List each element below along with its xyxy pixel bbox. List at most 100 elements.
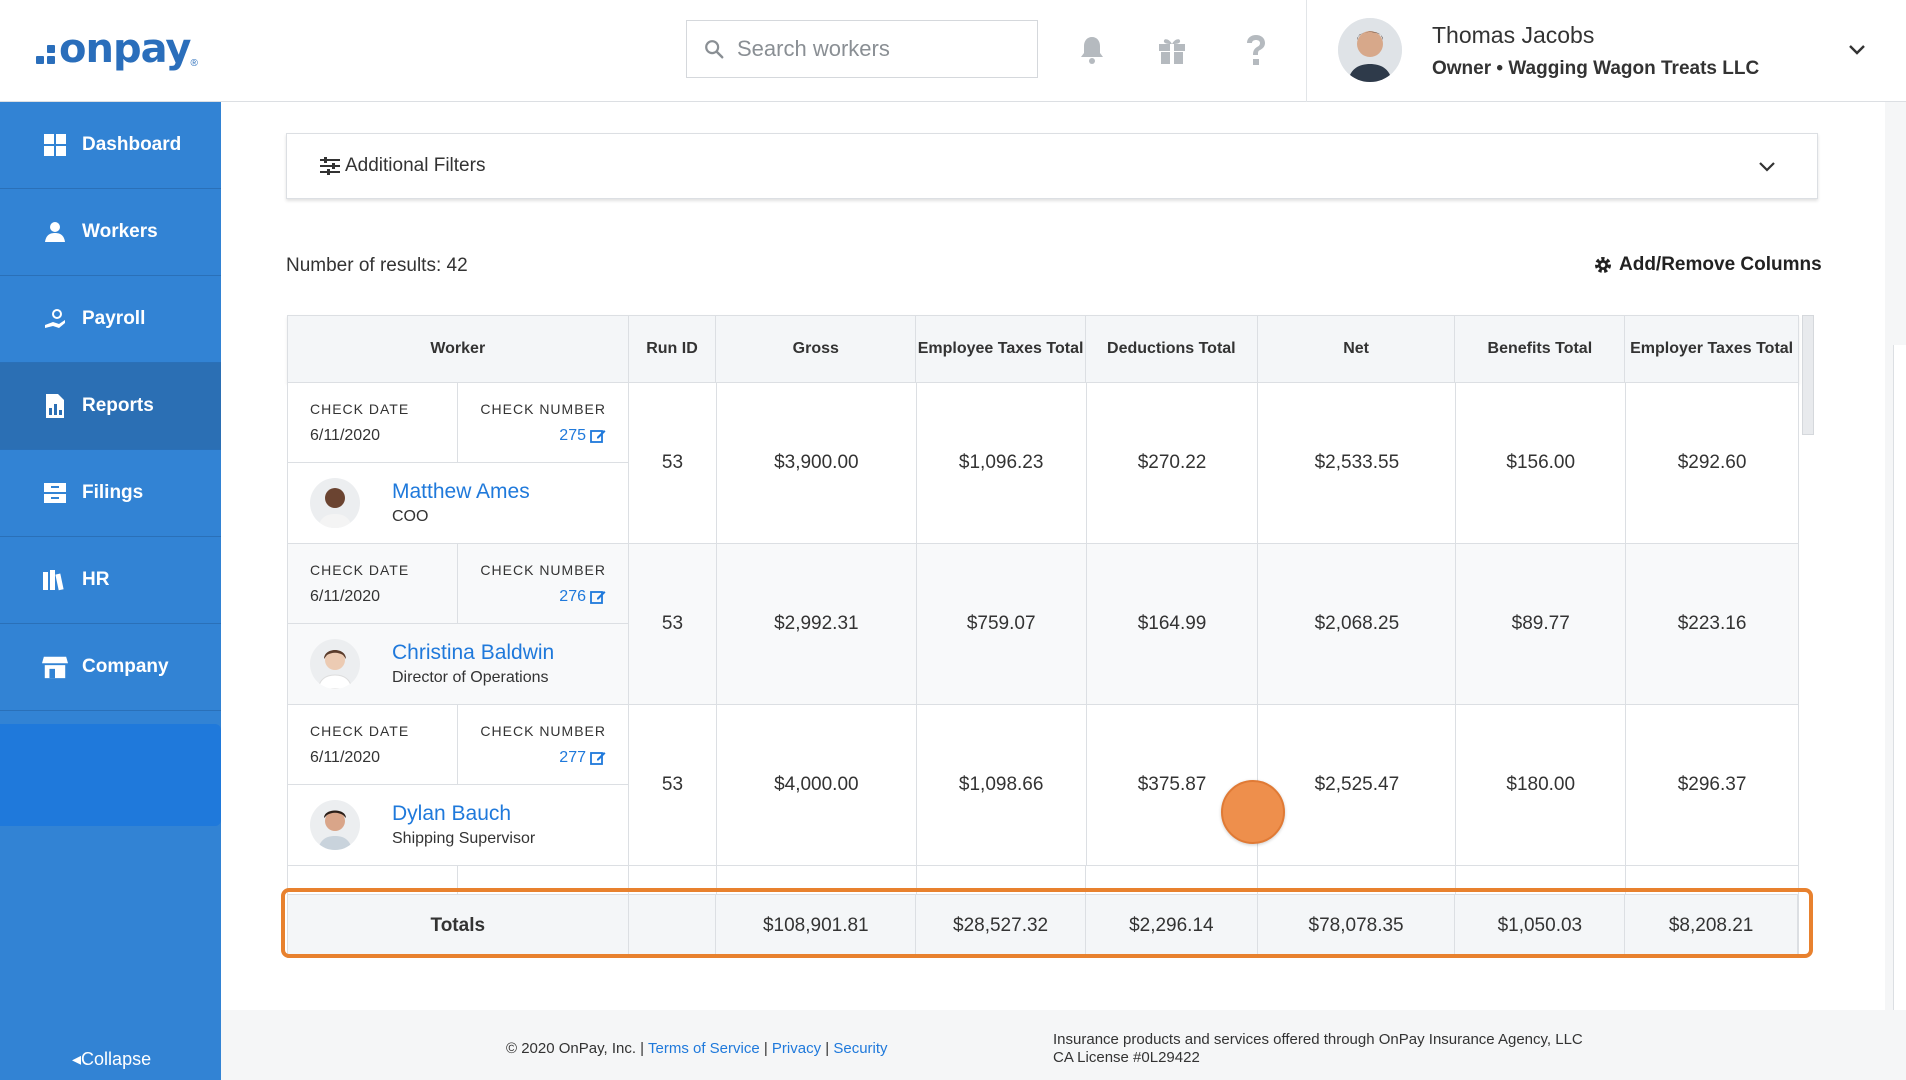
edit-icon	[590, 591, 606, 604]
logo-registered-mark: ®	[190, 57, 198, 69]
user-avatar[interactable]	[1338, 18, 1402, 82]
column-header-employer-taxes[interactable]: Employer Taxes Total	[1625, 316, 1798, 382]
terms-of-service-link[interactable]: Terms of Service	[648, 1040, 760, 1057]
reports-icon	[42, 393, 68, 419]
worker-title: Shipping Supervisor	[392, 830, 536, 847]
dashboard-icon	[42, 132, 68, 158]
filters-label: Additional Filters	[345, 155, 486, 176]
benefits: $180.00	[1456, 705, 1627, 865]
employer-taxes: $296.37	[1626, 705, 1800, 865]
edit-icon	[590, 430, 606, 443]
totals-benefits: $1,050.03	[1455, 895, 1626, 957]
check-number-link[interactable]: 275	[458, 427, 606, 445]
sidebar-item-label: Workers	[82, 221, 158, 242]
partial-row	[287, 866, 1800, 894]
insurance-notice: Insurance products and services offered …	[1053, 1031, 1583, 1067]
check-date: 6/11/2020	[310, 749, 380, 766]
totals-run-id	[629, 895, 717, 957]
workers-icon	[42, 219, 68, 245]
edit-icon	[590, 752, 606, 765]
sidebar-item-company[interactable]: Company	[0, 624, 221, 711]
main-content: Additional Filters Number of results: 42…	[221, 102, 1906, 1080]
run-id: 53	[629, 544, 717, 704]
deductions: $375.87	[1087, 705, 1259, 865]
add-remove-columns-button[interactable]: Add/Remove Columns	[1593, 254, 1822, 276]
worker-cell: CHECK DATE 6/11/2020 CHECK NUMBER 276 Chri…	[288, 544, 629, 704]
sidebar-item-label: Filings	[82, 482, 144, 503]
check-number-label: CHECK NUMBER	[480, 723, 606, 739]
check-number-link[interactable]: 276	[458, 588, 606, 606]
payroll-icon	[42, 306, 68, 332]
top-header: onpay ® Thomas Jacobs Owner • Wagging Wa…	[0, 0, 1906, 102]
help-icon[interactable]	[1236, 30, 1276, 70]
benefits: $156.00	[1456, 383, 1627, 543]
worker-title: Director of Operations	[392, 669, 549, 686]
sidebar-item-dashboard[interactable]: Dashboard	[0, 102, 221, 189]
privacy-link[interactable]: Privacy	[772, 1040, 821, 1057]
employee-taxes: $1,098.66	[917, 705, 1087, 865]
totals-label: Totals	[288, 895, 629, 957]
sidebar-item-label: Dashboard	[82, 134, 182, 155]
run-id: 53	[629, 705, 717, 865]
sidebar-item-hr[interactable]: HR	[0, 537, 221, 624]
bell-icon[interactable]	[1072, 30, 1112, 70]
sidebar-item-label: HR	[82, 569, 110, 590]
sliders-icon	[320, 157, 340, 175]
worker-avatar	[310, 800, 360, 850]
security-link[interactable]: Security	[833, 1040, 887, 1057]
column-header-worker[interactable]: Worker	[288, 316, 629, 382]
page-scrollbar[interactable]	[1893, 345, 1906, 1080]
search-input[interactable]	[737, 36, 1017, 62]
column-header-employee-taxes[interactable]: Employee Taxes Total	[916, 316, 1086, 382]
column-header-run-id[interactable]: Run ID	[629, 316, 717, 382]
check-date-label: CHECK DATE	[310, 723, 410, 739]
deductions: $164.99	[1087, 544, 1259, 704]
payroll-report-table: Worker Run ID Gross Employee Taxes Total…	[287, 315, 1800, 958]
user-name[interactable]: Thomas Jacobs	[1432, 22, 1594, 49]
net: $2,068.25	[1258, 544, 1457, 704]
totals-deductions: $2,296.14	[1086, 895, 1258, 957]
check-number: 277	[559, 749, 586, 766]
search-icon	[705, 40, 724, 59]
search-box[interactable]	[686, 20, 1038, 78]
worker-title: COO	[392, 508, 429, 525]
run-id: 53	[629, 383, 717, 543]
sidebar-item-label: Reports	[82, 395, 154, 416]
logo-text: onpay	[59, 26, 191, 72]
gross: $3,900.00	[717, 383, 917, 543]
column-header-benefits[interactable]: Benefits Total	[1455, 316, 1626, 382]
benefits: $89.77	[1456, 544, 1627, 704]
chevron-down-icon[interactable]	[1757, 156, 1777, 182]
net: $2,525.47	[1258, 705, 1457, 865]
totals-net: $78,078.35	[1258, 895, 1456, 957]
worker-name-link[interactable]: Matthew Ames	[392, 480, 530, 504]
sidebar: Dashboard Workers Payroll Reports Filing…	[0, 102, 221, 1080]
column-header-deductions[interactable]: Deductions Total	[1086, 316, 1258, 382]
header-divider	[1306, 0, 1307, 102]
chevron-down-icon[interactable]	[1846, 38, 1868, 65]
check-date: 6/11/2020	[310, 588, 380, 605]
footer-legal: © 2020 OnPay, Inc. | Terms of Service | …	[506, 1040, 888, 1057]
sidebar-item-payroll[interactable]: Payroll	[0, 276, 221, 363]
sidebar-item-workers[interactable]: Workers	[0, 189, 221, 276]
gift-icon[interactable]	[1152, 30, 1192, 70]
column-header-gross[interactable]: Gross	[716, 316, 917, 382]
employer-taxes: $223.16	[1626, 544, 1800, 704]
table-row: CHECK DATE 6/11/2020 CHECK NUMBER 277 Dyla…	[287, 705, 1800, 866]
worker-name-link[interactable]: Dylan Bauch	[392, 802, 535, 826]
table-row: CHECK DATE 6/11/2020 CHECK NUMBER 276 Chri…	[287, 544, 1800, 705]
totals-employer-taxes: $8,208.21	[1625, 895, 1798, 957]
additional-filters-toggle[interactable]: Additional Filters	[286, 133, 1818, 199]
sidebar-item-filings[interactable]: Filings	[0, 450, 221, 537]
worker-name-link[interactable]: Christina Baldwin	[392, 641, 554, 665]
user-role-company: Owner • Wagging Wagon Treats LLC	[1432, 58, 1760, 79]
table-scrollbar[interactable]	[1802, 315, 1814, 435]
sidebar-item-reports[interactable]: Reports	[0, 363, 221, 450]
collapse-button[interactable]: ◂Collapse	[72, 1049, 151, 1070]
check-number: 276	[559, 588, 586, 605]
check-number-link[interactable]: 277	[458, 749, 606, 767]
column-header-net[interactable]: Net	[1258, 316, 1456, 382]
check-number-label: CHECK NUMBER	[480, 562, 606, 578]
onpay-logo[interactable]: onpay ®	[36, 26, 198, 72]
check-number-label: CHECK NUMBER	[480, 401, 606, 417]
